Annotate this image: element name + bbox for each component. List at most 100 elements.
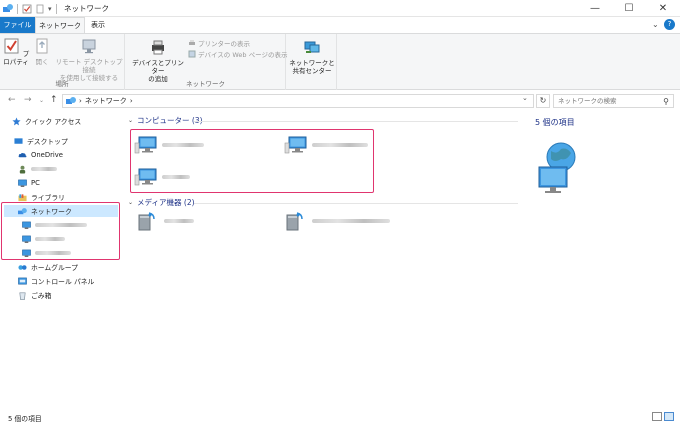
forward-arrow-icon[interactable]: → <box>24 95 32 105</box>
tab-view[interactable]: 表示 <box>85 17 111 33</box>
nav-item-quick-access[interactable]: クイック アクセス <box>12 115 132 127</box>
show-device-web-button[interactable]: デバイスの Web ページの表示 <box>188 49 287 59</box>
ribbon-tabs: ファイル ネットワーク 表示 ⌄ ? <box>0 17 680 33</box>
nav-label-recycle-bin: ごみ箱 <box>31 292 52 300</box>
properties-button[interactable]: プロパティ <box>2 37 30 66</box>
nav-item-pc[interactable]: PC <box>18 177 138 189</box>
remote-desktop-icon <box>82 39 96 54</box>
search-input[interactable]: ネットワークの検索 ⚲ <box>553 94 674 108</box>
ribbon-group-network: デバイスとプリンター の追加 プリンターの表示 デバイスの Web ページの表示… <box>126 34 287 90</box>
network-center-label-1: ネットワークと <box>289 59 335 67</box>
nav-item-onedrive[interactable]: OneDrive <box>18 149 138 161</box>
ribbon-expand-icon[interactable]: ⌄ <box>652 20 659 29</box>
recycle-bin-icon <box>19 291 26 300</box>
nav-item-control-panel[interactable]: コントロール パネル <box>18 275 138 287</box>
network-sharing-center-button[interactable]: ネットワークと 共有センター <box>289 38 335 75</box>
network-location-icon <box>66 97 76 104</box>
new-folder-icon[interactable] <box>35 4 45 14</box>
collapse-chevron-icon[interactable]: ⌄ <box>128 117 133 124</box>
nav-label-quick-access: クイック アクセス <box>25 118 82 126</box>
maximize-button[interactable]: ☐ <box>612 0 646 17</box>
network-center-icon <box>304 41 320 53</box>
open-button[interactable]: 開く <box>32 37 52 66</box>
printer-icon <box>152 40 164 55</box>
show-printers-button[interactable]: プリンターの表示 <box>188 38 250 48</box>
network-globe-icon <box>538 142 576 193</box>
address-bar[interactable]: › ネットワーク › <box>62 94 534 108</box>
library-icon <box>18 193 27 201</box>
navigation-bar: ← → ⌄ ↑ › ネットワーク › ⌄ ↻ ネットワークの検索 ⚲ <box>0 91 680 111</box>
qat-separator <box>17 3 18 14</box>
qat-separator-2 <box>55 3 57 14</box>
minimize-button[interactable]: — <box>578 0 612 17</box>
address-separator-2: › <box>129 97 133 105</box>
blurred-user-name <box>31 167 57 171</box>
show-device-web-label: デバイスの Web ページの表示 <box>198 51 288 59</box>
nav-item-homegroup[interactable]: ホームグループ <box>18 261 138 273</box>
window-title: ネットワーク <box>64 4 109 13</box>
nav-label-pc: PC <box>31 179 40 187</box>
open-label: 開く <box>35 58 49 66</box>
content-pane: ⌄ コンピューター (3) ⌄ メディア機器 (2) <box>122 111 527 407</box>
nav-label-onedrive: OneDrive <box>31 151 63 159</box>
remote-desktop-button[interactable]: リモート デスクトップ接続 を使用して接続する <box>54 37 124 82</box>
desktop-icon <box>14 137 23 144</box>
details-view-icon[interactable] <box>652 412 662 421</box>
blurred-media-label-2 <box>312 219 390 223</box>
ribbon-group-location: プロパティ 開く リモート デスクトップ接続 を使用して接続する 場所 <box>0 34 125 90</box>
back-arrow-icon[interactable]: ← <box>8 95 16 105</box>
up-arrow-icon[interactable]: ↑ <box>50 95 58 105</box>
group-label-location: 場所 <box>55 80 69 88</box>
nav-item-user[interactable] <box>18 163 138 175</box>
media-item-1[interactable] <box>136 211 194 231</box>
refresh-icon[interactable]: ↻ <box>536 94 550 108</box>
address-separator-1: › <box>79 97 82 105</box>
large-icons-view-icon[interactable] <box>664 412 674 421</box>
title-bar: ▾ ネットワーク — ☐ ✕ <box>0 0 680 17</box>
qat-dropdown-icon[interactable]: ▾ <box>48 5 52 13</box>
nav-item-desktop[interactable]: デスクトップ <box>14 135 134 147</box>
add-devices-label-1: デバイスとプリンター <box>132 59 184 75</box>
cloud-icon <box>18 152 27 157</box>
media-item-2[interactable] <box>284 211 390 231</box>
tab-file[interactable]: ファイル <box>0 17 35 33</box>
group-title-media: メディア機器 (2) <box>137 198 195 207</box>
tab-network[interactable]: ネットワーク <box>35 17 85 33</box>
search-icon[interactable]: ⚲ <box>663 96 669 108</box>
network-center-label-2: 共有センター <box>292 67 332 75</box>
ribbon-group-center: ネットワークと 共有センター <box>287 34 337 90</box>
device-web-icon <box>188 50 196 58</box>
group-header-media[interactable]: ⌄ メディア機器 (2) <box>128 197 195 208</box>
details-item-count: 5 個の項目 <box>535 118 575 127</box>
group-title-computers: コンピューター (3) <box>137 116 203 125</box>
recent-locations-icon[interactable]: ⌄ <box>39 97 44 104</box>
status-bar: 5 個の項目 <box>0 407 680 426</box>
nav-item-recycle-bin[interactable]: ごみ箱 <box>18 289 138 301</box>
status-item-count: 5 個の項目 <box>8 415 42 423</box>
ribbon: プロパティ 開く リモート デスクトップ接続 を使用して接続する 場所 デバイス… <box>0 33 680 90</box>
group-divider <box>194 203 518 204</box>
collapse-chevron-icon[interactable]: ⌄ <box>128 199 133 206</box>
quick-access-toolbar: ▾ <box>3 2 58 15</box>
details-pane: 5 個の項目 <box>527 111 680 407</box>
nav-label-homegroup: ホームグループ <box>31 264 78 272</box>
add-devices-button[interactable]: デバイスとプリンター の追加 <box>130 38 186 83</box>
remote-desktop-label-1: リモート デスクトップ接続 <box>55 58 123 74</box>
pc-icon <box>18 179 27 187</box>
group-header-computers[interactable]: ⌄ コンピューター (3) <box>128 115 203 126</box>
control-panel-icon <box>18 277 27 284</box>
star-icon <box>12 116 21 125</box>
group-label-network: ネットワーク <box>186 80 225 88</box>
address-path[interactable]: ネットワーク <box>85 96 127 106</box>
help-icon[interactable]: ? <box>664 19 675 30</box>
nav-label-control-panel: コントロール パネル <box>31 278 95 286</box>
nav-label-libraries: ライブラリ <box>31 194 65 202</box>
properties-check-icon <box>4 38 19 54</box>
address-dropdown-icon[interactable]: ⌄ <box>522 94 528 102</box>
properties-icon[interactable] <box>22 4 32 14</box>
show-printers-label: プリンターの表示 <box>198 40 250 48</box>
media-server-icon <box>138 212 155 231</box>
close-button[interactable]: ✕ <box>646 0 680 17</box>
open-icon <box>36 38 48 54</box>
highlight-computers <box>130 129 374 193</box>
